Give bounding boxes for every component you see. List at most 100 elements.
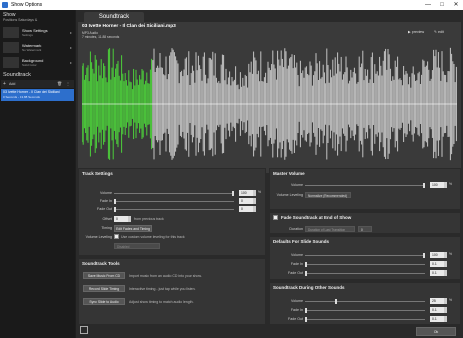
fade-out-spinner[interactable]: [253, 206, 256, 212]
defaults-volume-label: Volume: [291, 253, 303, 257]
show-options-window: Show Options — □ ✕ Show Positions Saturd…: [0, 0, 463, 338]
fade-in-value[interactable]: 0: [239, 198, 253, 204]
edit-button[interactable]: ✎ edit: [434, 30, 444, 34]
soundtrack-tools-heading: Soundtrack Tools: [82, 261, 120, 266]
add-icon[interactable]: +: [3, 80, 6, 88]
trash-icon[interactable]: 🗑: [57, 80, 62, 88]
defaults-fade-in-label: Fade In: [290, 262, 303, 266]
defaults-fade-in-spinner[interactable]: [444, 261, 447, 267]
fade-duration-value[interactable]: 0: [358, 226, 372, 232]
slider-knob[interactable]: [423, 183, 425, 188]
volume-value[interactable]: 100: [239, 190, 253, 196]
slider-track: [114, 193, 234, 194]
defaults-fade-out-spinner[interactable]: [444, 270, 447, 276]
master-volume-label: Volume: [291, 183, 303, 187]
master-leveling-label: Volume Leveling: [276, 193, 303, 197]
chevron-right-icon: ▸: [69, 60, 72, 65]
slider-knob[interactable]: [423, 253, 425, 258]
during-fade-in-value[interactable]: 0.1: [430, 307, 444, 313]
volume-leveling-label: Volume Leveling: [85, 235, 112, 239]
waveform-centerline: [82, 103, 457, 105]
during-fade-out-spinner[interactable]: [444, 316, 447, 322]
master-volume-spinner[interactable]: [444, 182, 447, 188]
screen-icon[interactable]: [80, 326, 88, 334]
save-music-from-cd-button[interactable]: Save Music From CD: [83, 272, 125, 279]
add-label[interactable]: Add: [9, 80, 15, 88]
close-icon[interactable]: ✕: [449, 0, 463, 10]
fade-in-label: Fade In: [99, 199, 112, 203]
tab-soundtrack[interactable]: Soundtrack: [84, 12, 144, 22]
slider-knob[interactable]: [305, 262, 307, 267]
title-bar: Show Options — □ ✕: [0, 0, 463, 10]
during-volume-value[interactable]: 25: [430, 298, 444, 304]
defaults-volume-slider[interactable]: [305, 253, 425, 258]
fade-end-heading: Fade Soundtrack at End of Show: [281, 215, 352, 220]
sidebar-item-background[interactable]: Background Solid Color ▸: [1, 56, 74, 69]
slider-track: [305, 255, 425, 256]
slider-track: [305, 185, 425, 186]
slider-track: [114, 201, 234, 202]
soundtrack-item[interactable]: 03 Ivette Horner - Il Clan dei Siciliani…: [1, 89, 74, 101]
slider-knob[interactable]: [232, 191, 234, 196]
slider-knob[interactable]: [305, 271, 307, 276]
waveform[interactable]: [82, 44, 457, 164]
edit-fades-timing-button[interactable]: Edit Fades and Timing: [114, 225, 152, 232]
sidebar-item-watermark[interactable]: Watermark No Watermark ▸: [1, 41, 74, 54]
waveform-panel: 03 Ivette Horner - Il Clan dei Siciliani…: [78, 22, 461, 173]
slider-knob[interactable]: [114, 207, 116, 212]
volume-spinner[interactable]: [253, 190, 256, 196]
master-leveling-select[interactable]: Normalize (Recommended): [305, 192, 351, 198]
fade-duration-select[interactable]: Duration of Last Transition: [305, 226, 355, 232]
slider-track: [305, 301, 425, 302]
defaults-fade-out-value[interactable]: 0.1: [430, 270, 444, 276]
fade-out-value[interactable]: 0: [239, 206, 253, 212]
defaults-volume-value[interactable]: 100: [430, 252, 444, 258]
during-volume-spinner[interactable]: [444, 298, 447, 304]
minimize-icon[interactable]: —: [421, 0, 435, 10]
file-duration: 7 minutes, 11.88 seconds: [82, 35, 120, 39]
during-fade-in-slider[interactable]: [305, 308, 425, 313]
watermark-thumbnail: [3, 42, 19, 53]
volume-slider[interactable]: [114, 191, 234, 196]
sidebar-item-subtitle: Settings: [22, 33, 33, 37]
window-title: Show Options: [11, 2, 43, 8]
fade-in-slider[interactable]: [114, 199, 234, 204]
during-volume-slider[interactable]: [305, 299, 425, 304]
more-icon[interactable]: ⋮: [66, 80, 70, 88]
volume-leveling-select[interactable]: Disabled: [114, 243, 160, 249]
custom-leveling-checkbox[interactable]: [114, 234, 119, 239]
during-fade-in-label: Fade In: [290, 308, 303, 312]
percent-sign: %: [449, 252, 453, 256]
slider-knob[interactable]: [305, 317, 307, 322]
sync-slide-to-audio-button[interactable]: Sync Slide to Audio: [83, 298, 125, 305]
ok-button[interactable]: Ok: [416, 327, 456, 336]
app-icon: [2, 2, 8, 8]
during-fade-in-spinner[interactable]: [444, 307, 447, 313]
record-slide-timing-button[interactable]: Record Slide Timing: [83, 285, 125, 292]
slider-knob[interactable]: [335, 299, 337, 304]
fade-in-spinner[interactable]: [253, 198, 256, 204]
slider-track: [305, 273, 425, 274]
offset-suffix: from previous track: [134, 217, 164, 221]
maximize-icon[interactable]: □: [435, 0, 449, 10]
during-volume-label: Volume: [291, 299, 303, 303]
offset-value[interactable]: 0: [114, 216, 128, 222]
fade-end-checkbox[interactable]: [273, 215, 278, 220]
master-volume-value[interactable]: 100: [430, 182, 444, 188]
preview-button[interactable]: ▶ preview: [408, 30, 424, 34]
slider-knob[interactable]: [114, 199, 116, 204]
defaults-fade-in-value[interactable]: 0.1: [430, 261, 444, 267]
percent-sign: %: [449, 182, 453, 186]
defaults-volume-spinner[interactable]: [444, 252, 447, 258]
slider-knob[interactable]: [305, 308, 307, 313]
master-volume-slider[interactable]: [305, 183, 425, 188]
fade-out-slider[interactable]: [114, 207, 234, 212]
defaults-fade-in-slider[interactable]: [305, 262, 425, 267]
track-settings-heading: Track Settings: [82, 171, 113, 176]
during-fade-out-slider[interactable]: [305, 317, 425, 322]
defaults-fade-out-slider[interactable]: [305, 271, 425, 276]
slider-track: [305, 319, 425, 320]
offset-spinner[interactable]: [128, 216, 131, 222]
during-fade-out-value[interactable]: 0.1: [430, 316, 444, 322]
sidebar-item-show-settings[interactable]: Show Settings Settings ▸: [1, 26, 74, 39]
